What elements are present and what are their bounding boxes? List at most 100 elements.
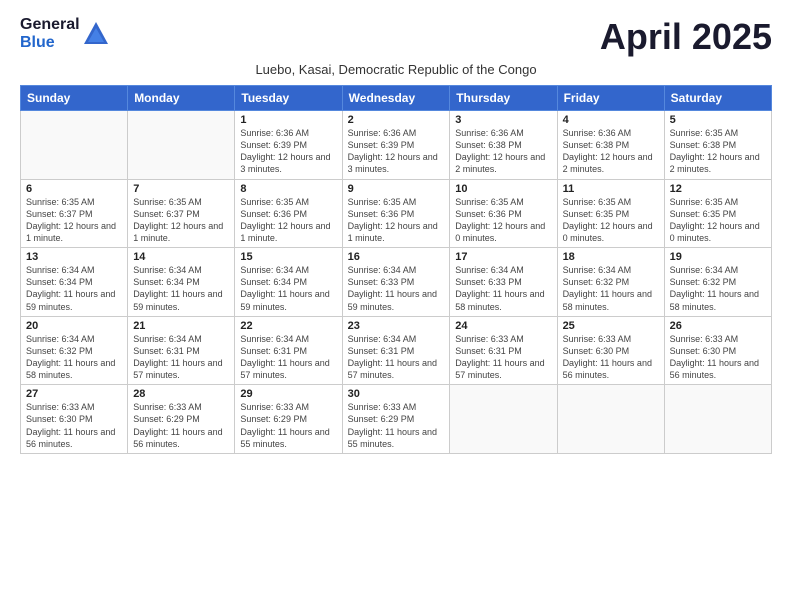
calendar-week-4: 20Sunrise: 6:34 AM Sunset: 6:32 PM Dayli… <box>21 316 772 385</box>
calendar-cell: 8Sunrise: 6:35 AM Sunset: 6:36 PM Daylig… <box>235 179 342 248</box>
day-info: Sunrise: 6:35 AM Sunset: 6:37 PM Dayligh… <box>26 196 122 245</box>
subtitle: Luebo, Kasai, Democratic Republic of the… <box>20 62 772 77</box>
header-tuesday: Tuesday <box>235 86 342 111</box>
day-info: Sunrise: 6:35 AM Sunset: 6:36 PM Dayligh… <box>240 196 336 245</box>
day-number: 5 <box>670 114 766 126</box>
calendar-cell: 23Sunrise: 6:34 AM Sunset: 6:31 PM Dayli… <box>342 316 450 385</box>
day-info: Sunrise: 6:34 AM Sunset: 6:31 PM Dayligh… <box>240 333 336 382</box>
header-friday: Friday <box>557 86 664 111</box>
day-number: 8 <box>240 183 336 195</box>
day-info: Sunrise: 6:36 AM Sunset: 6:39 PM Dayligh… <box>348 127 445 176</box>
day-number: 3 <box>455 114 551 126</box>
calendar-cell: 26Sunrise: 6:33 AM Sunset: 6:30 PM Dayli… <box>664 316 771 385</box>
logo: General Blue <box>20 16 110 51</box>
logo-text: General Blue <box>20 16 80 51</box>
calendar-cell <box>557 385 664 454</box>
day-info: Sunrise: 6:33 AM Sunset: 6:30 PM Dayligh… <box>670 333 766 382</box>
day-number: 1 <box>240 114 336 126</box>
calendar-cell: 1Sunrise: 6:36 AM Sunset: 6:39 PM Daylig… <box>235 111 342 180</box>
calendar-cell: 22Sunrise: 6:34 AM Sunset: 6:31 PM Dayli… <box>235 316 342 385</box>
day-info: Sunrise: 6:35 AM Sunset: 6:36 PM Dayligh… <box>348 196 445 245</box>
header-thursday: Thursday <box>450 86 557 111</box>
day-info: Sunrise: 6:35 AM Sunset: 6:35 PM Dayligh… <box>563 196 659 245</box>
calendar-cell: 9Sunrise: 6:35 AM Sunset: 6:36 PM Daylig… <box>342 179 450 248</box>
calendar-cell <box>450 385 557 454</box>
day-info: Sunrise: 6:34 AM Sunset: 6:31 PM Dayligh… <box>133 333 229 382</box>
calendar-cell: 10Sunrise: 6:35 AM Sunset: 6:36 PM Dayli… <box>450 179 557 248</box>
day-info: Sunrise: 6:33 AM Sunset: 6:31 PM Dayligh… <box>455 333 551 382</box>
day-info: Sunrise: 6:33 AM Sunset: 6:29 PM Dayligh… <box>348 401 445 450</box>
calendar-cell: 29Sunrise: 6:33 AM Sunset: 6:29 PM Dayli… <box>235 385 342 454</box>
calendar-cell: 15Sunrise: 6:34 AM Sunset: 6:34 PM Dayli… <box>235 248 342 317</box>
day-number: 18 <box>563 251 659 263</box>
calendar-cell: 2Sunrise: 6:36 AM Sunset: 6:39 PM Daylig… <box>342 111 450 180</box>
day-info: Sunrise: 6:34 AM Sunset: 6:33 PM Dayligh… <box>348 264 445 313</box>
day-number: 28 <box>133 388 229 400</box>
day-number: 24 <box>455 320 551 332</box>
day-info: Sunrise: 6:34 AM Sunset: 6:31 PM Dayligh… <box>348 333 445 382</box>
calendar-cell <box>21 111 128 180</box>
day-info: Sunrise: 6:34 AM Sunset: 6:32 PM Dayligh… <box>26 333 122 382</box>
calendar-cell: 17Sunrise: 6:34 AM Sunset: 6:33 PM Dayli… <box>450 248 557 317</box>
day-info: Sunrise: 6:35 AM Sunset: 6:36 PM Dayligh… <box>455 196 551 245</box>
calendar-cell: 30Sunrise: 6:33 AM Sunset: 6:29 PM Dayli… <box>342 385 450 454</box>
calendar-cell: 19Sunrise: 6:34 AM Sunset: 6:32 PM Dayli… <box>664 248 771 317</box>
day-number: 7 <box>133 183 229 195</box>
day-number: 23 <box>348 320 445 332</box>
calendar-cell: 24Sunrise: 6:33 AM Sunset: 6:31 PM Dayli… <box>450 316 557 385</box>
day-number: 26 <box>670 320 766 332</box>
header: General Blue April 2025 <box>20 16 772 58</box>
day-number: 10 <box>455 183 551 195</box>
calendar-cell <box>128 111 235 180</box>
day-number: 17 <box>455 251 551 263</box>
logo-icon <box>82 20 110 48</box>
day-number: 25 <box>563 320 659 332</box>
day-number: 19 <box>670 251 766 263</box>
calendar-cell: 16Sunrise: 6:34 AM Sunset: 6:33 PM Dayli… <box>342 248 450 317</box>
calendar-cell: 12Sunrise: 6:35 AM Sunset: 6:35 PM Dayli… <box>664 179 771 248</box>
calendar-cell: 6Sunrise: 6:35 AM Sunset: 6:37 PM Daylig… <box>21 179 128 248</box>
calendar-cell: 21Sunrise: 6:34 AM Sunset: 6:31 PM Dayli… <box>128 316 235 385</box>
calendar-cell: 3Sunrise: 6:36 AM Sunset: 6:38 PM Daylig… <box>450 111 557 180</box>
day-info: Sunrise: 6:35 AM Sunset: 6:38 PM Dayligh… <box>670 127 766 176</box>
day-number: 14 <box>133 251 229 263</box>
day-number: 9 <box>348 183 445 195</box>
day-number: 11 <box>563 183 659 195</box>
day-info: Sunrise: 6:33 AM Sunset: 6:29 PM Dayligh… <box>240 401 336 450</box>
day-info: Sunrise: 6:33 AM Sunset: 6:30 PM Dayligh… <box>563 333 659 382</box>
day-number: 4 <box>563 114 659 126</box>
calendar-week-5: 27Sunrise: 6:33 AM Sunset: 6:30 PM Dayli… <box>21 385 772 454</box>
header-sunday: Sunday <box>21 86 128 111</box>
day-number: 27 <box>26 388 122 400</box>
day-headers: Sunday Monday Tuesday Wednesday Thursday… <box>21 86 772 111</box>
day-info: Sunrise: 6:36 AM Sunset: 6:39 PM Dayligh… <box>240 127 336 176</box>
day-info: Sunrise: 6:34 AM Sunset: 6:32 PM Dayligh… <box>670 264 766 313</box>
calendar-cell: 18Sunrise: 6:34 AM Sunset: 6:32 PM Dayli… <box>557 248 664 317</box>
calendar: Sunday Monday Tuesday Wednesday Thursday… <box>20 85 772 454</box>
calendar-week-3: 13Sunrise: 6:34 AM Sunset: 6:34 PM Dayli… <box>21 248 772 317</box>
logo-general: General <box>20 16 80 34</box>
day-number: 16 <box>348 251 445 263</box>
calendar-week-1: 1Sunrise: 6:36 AM Sunset: 6:39 PM Daylig… <box>21 111 772 180</box>
day-info: Sunrise: 6:36 AM Sunset: 6:38 PM Dayligh… <box>563 127 659 176</box>
header-monday: Monday <box>128 86 235 111</box>
day-number: 15 <box>240 251 336 263</box>
calendar-cell: 14Sunrise: 6:34 AM Sunset: 6:34 PM Dayli… <box>128 248 235 317</box>
calendar-cell: 5Sunrise: 6:35 AM Sunset: 6:38 PM Daylig… <box>664 111 771 180</box>
calendar-cell: 7Sunrise: 6:35 AM Sunset: 6:37 PM Daylig… <box>128 179 235 248</box>
day-number: 30 <box>348 388 445 400</box>
logo-blue: Blue <box>20 34 80 52</box>
header-wednesday: Wednesday <box>342 86 450 111</box>
day-info: Sunrise: 6:34 AM Sunset: 6:34 PM Dayligh… <box>26 264 122 313</box>
day-number: 20 <box>26 320 122 332</box>
day-info: Sunrise: 6:34 AM Sunset: 6:33 PM Dayligh… <box>455 264 551 313</box>
day-info: Sunrise: 6:33 AM Sunset: 6:30 PM Dayligh… <box>26 401 122 450</box>
calendar-cell <box>664 385 771 454</box>
calendar-cell: 13Sunrise: 6:34 AM Sunset: 6:34 PM Dayli… <box>21 248 128 317</box>
day-info: Sunrise: 6:36 AM Sunset: 6:38 PM Dayligh… <box>455 127 551 176</box>
day-number: 29 <box>240 388 336 400</box>
calendar-cell: 11Sunrise: 6:35 AM Sunset: 6:35 PM Dayli… <box>557 179 664 248</box>
calendar-week-2: 6Sunrise: 6:35 AM Sunset: 6:37 PM Daylig… <box>21 179 772 248</box>
calendar-cell: 28Sunrise: 6:33 AM Sunset: 6:29 PM Dayli… <box>128 385 235 454</box>
day-number: 13 <box>26 251 122 263</box>
